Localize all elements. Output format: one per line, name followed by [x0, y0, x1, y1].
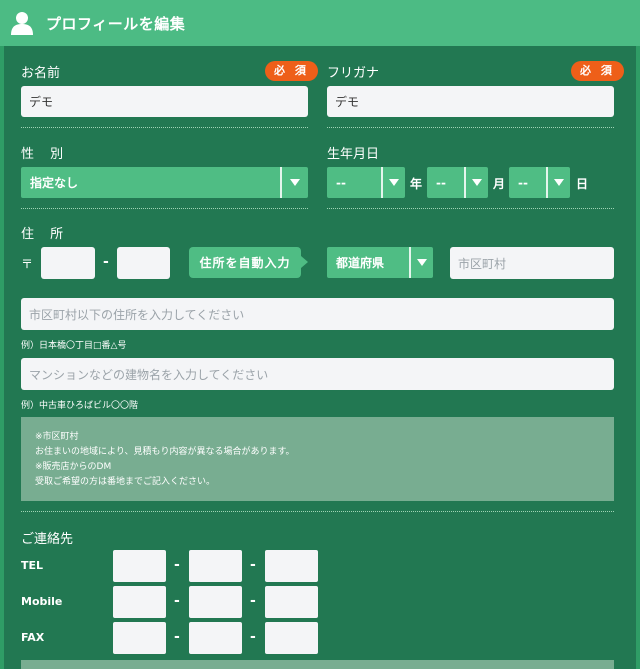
address-line1-example: 例）日本橋〇丁目□番△号 — [21, 341, 127, 351]
divider — [21, 208, 308, 209]
chevron-down-icon — [548, 167, 570, 198]
chevron-down-icon — [466, 167, 488, 198]
birth-year-value: -- — [336, 175, 346, 190]
auto-address-button[interactable]: 住所を自動入力 — [189, 247, 308, 278]
birth-year-select[interactable]: -- — [327, 167, 405, 198]
address-line1-input[interactable]: 市区町村以下の住所を入力してください — [21, 298, 614, 330]
name-required-badge: 必 須 — [265, 61, 318, 81]
tel-input-2[interactable] — [189, 550, 242, 582]
fax-input-3[interactable] — [265, 622, 318, 654]
address-notice-box: ※市区町村 お住まいの地域により、見積もり内容が異なる場合があります。 ※販売店… — [21, 417, 614, 501]
tel-input-3[interactable] — [265, 550, 318, 582]
fax-dash: - — [250, 629, 256, 645]
divider — [21, 511, 614, 512]
fax-label: FAX — [21, 631, 45, 644]
page-header: プロフィールを編集 — [0, 0, 640, 46]
furigana-input[interactable]: デモ — [327, 86, 614, 117]
mobile-dash: - — [174, 593, 180, 609]
address-label: 住 所 — [21, 227, 70, 242]
user-icon — [11, 12, 33, 35]
prefecture-value: 都道府県 — [336, 256, 385, 270]
day-unit: 日 — [576, 177, 589, 191]
city-input[interactable]: 市区町村 — [450, 247, 614, 279]
notice-line: 受取ご希望の方は番地までご記入ください。 — [35, 477, 216, 487]
chevron-down-icon — [411, 247, 433, 278]
mobile-input-3[interactable] — [265, 586, 318, 618]
notice-line: ※市区町村 — [35, 432, 79, 442]
birth-day-select[interactable]: -- — [509, 167, 570, 198]
arrow-tip-icon — [301, 256, 308, 268]
gender-label: 性 別 — [21, 147, 70, 162]
name-input[interactable]: デモ — [21, 86, 308, 117]
page-title: プロフィールを編集 — [46, 15, 186, 33]
birth-month-value: -- — [436, 175, 446, 190]
tel-input-1[interactable] — [113, 550, 166, 582]
auto-address-button-label: 住所を自動入力 — [199, 256, 291, 270]
prefecture-select[interactable]: 都道府県 — [327, 247, 433, 278]
mobile-input-1[interactable] — [113, 586, 166, 618]
month-unit: 月 — [493, 177, 506, 191]
contact-label: ご連絡先 — [21, 532, 74, 547]
address-line2-example: 例）中古車ひろばビル〇〇階 — [21, 401, 139, 411]
postal-code-first-input[interactable] — [41, 247, 95, 279]
birth-month-select[interactable]: -- — [427, 167, 488, 198]
contact-notice-box — [21, 660, 614, 669]
birth-day-value: -- — [518, 175, 528, 190]
tel-dash: - — [174, 557, 180, 573]
postal-code-second-input[interactable] — [117, 247, 170, 279]
notice-line: ※販売店からのDM — [35, 462, 112, 472]
notice-line: お住まいの地域により、見積もり内容が異なる場合があります。 — [35, 447, 295, 457]
mobile-dash: - — [250, 593, 256, 609]
furigana-label: フリガナ — [327, 66, 380, 81]
divider — [327, 208, 614, 209]
postal-dash: - — [103, 254, 109, 270]
fax-input-1[interactable] — [113, 622, 166, 654]
fax-dash: - — [174, 629, 180, 645]
divider — [327, 127, 614, 128]
divider — [21, 127, 308, 128]
tel-label: TEL — [21, 559, 44, 572]
birthdate-label: 生年月日 — [327, 147, 380, 162]
tel-dash: - — [250, 557, 256, 573]
address-line2-input[interactable]: マンションなどの建物名を入力してください — [21, 358, 614, 390]
furigana-required-badge: 必 須 — [571, 61, 624, 81]
fax-input-2[interactable] — [189, 622, 242, 654]
name-label: お名前 — [21, 66, 61, 81]
chevron-down-icon — [383, 167, 405, 198]
year-unit: 年 — [410, 177, 423, 191]
postal-mark: 〒 — [21, 257, 34, 271]
gender-select[interactable]: 指定なし — [21, 167, 308, 198]
mobile-input-2[interactable] — [189, 586, 242, 618]
gender-selected-value: 指定なし — [30, 176, 79, 190]
chevron-down-icon — [282, 167, 308, 198]
mobile-label: Mobile — [21, 595, 63, 608]
